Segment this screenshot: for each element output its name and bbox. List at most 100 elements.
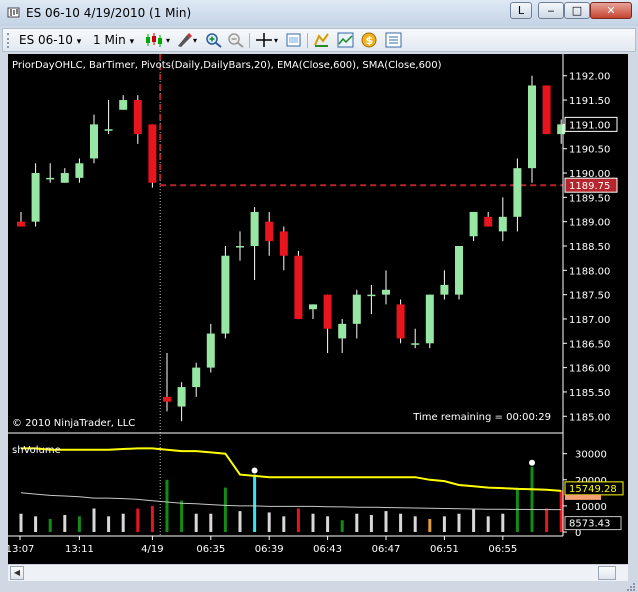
bar-type-icon[interactable]: ▾	[145, 32, 175, 48]
volume-bar	[326, 516, 330, 532]
candle-body	[17, 221, 25, 227]
indicators-icon[interactable]	[337, 32, 355, 48]
drawing-tool-icon[interactable]: ▾	[175, 32, 201, 48]
volume-bar	[501, 513, 505, 532]
candle-body	[469, 211, 478, 237]
candle-body	[484, 216, 493, 227]
crosshair-icon[interactable]: ▾	[255, 32, 281, 48]
zoom-in-icon[interactable]	[205, 32, 223, 48]
volume-bar	[369, 515, 373, 532]
candle-body	[382, 289, 390, 295]
volume-bar	[150, 505, 154, 532]
candle-body	[294, 255, 303, 319]
volume-bar	[165, 479, 169, 532]
candle-body	[513, 168, 522, 217]
candle-body	[367, 294, 376, 297]
candle-body	[250, 211, 259, 246]
minimize-button[interactable]: ‒	[538, 2, 564, 19]
time-tick-label: 06:51	[430, 544, 459, 555]
price-chart[interactable]: 1189.75 1192.00 1191.50 1191.00 1190.50 1190…	[6, 54, 628, 564]
candle-body	[177, 387, 186, 407]
price-axis: 1192.001191.501191.001190.501190.001189.…	[563, 72, 618, 423]
candle-body	[528, 85, 536, 169]
candle-body	[90, 124, 98, 159]
dollar-icon[interactable]: $	[361, 32, 379, 48]
volume-bar	[545, 508, 549, 532]
price-tick-label: 1185.50	[569, 388, 610, 399]
volume-bar	[472, 508, 476, 532]
volume-bar	[384, 511, 388, 532]
volume-bar	[253, 474, 257, 532]
instrument-name: ES 06-10	[19, 33, 73, 47]
volume-panel: 300002000010000015749.288573.43	[19, 447, 624, 539]
time-tick-label: 4/19	[141, 544, 163, 555]
link-button[interactable]: L	[510, 2, 532, 19]
volume-bar	[413, 516, 417, 532]
price-tick-label: 1188.00	[569, 266, 610, 277]
candle-body	[455, 246, 463, 295]
data-box-icon[interactable]	[285, 32, 303, 48]
volume-bar	[77, 516, 81, 532]
volume-bar	[34, 516, 38, 532]
window-title: ES 06-10 4/19/2010 (1 Min)	[26, 6, 192, 20]
volume-bar	[107, 516, 111, 532]
time-axis: 13:07 13:11 4/19 06:35 06:39 06:43 06:47 06:51 0…	[6, 536, 517, 555]
interval-value: 1 Min	[93, 33, 126, 47]
price-tick-label: 1191.50	[569, 96, 610, 107]
candle-body	[323, 294, 332, 329]
zoom-out-icon[interactable]	[227, 32, 245, 48]
maximize-button[interactable]: □	[564, 2, 590, 19]
hidden-value-marker	[565, 494, 601, 500]
resize-grip-icon[interactable]	[624, 580, 636, 592]
volume-tick-label: 30000	[575, 450, 607, 461]
instrument-selector[interactable]: ES 06-10 ▾	[19, 32, 81, 48]
price-tick-label: 1187.00	[569, 315, 610, 326]
candle-body	[279, 231, 288, 256]
interval-selector[interactable]: 1 Min ▾	[93, 32, 134, 48]
candle-body	[31, 173, 40, 222]
scroll-left-button[interactable]: ◀	[10, 566, 24, 580]
toolbar-separator	[307, 33, 308, 48]
strategies-icon[interactable]	[313, 32, 331, 48]
volume-bar	[223, 487, 227, 532]
price-tick-label: 1190.50	[569, 145, 610, 156]
volume-bar	[121, 513, 125, 532]
candle-body	[163, 396, 171, 402]
volume-ema-line	[21, 447, 562, 492]
volume-bar	[194, 513, 198, 532]
volume-bar	[63, 515, 67, 532]
candlestick-series	[17, 75, 566, 422]
horizontal-scrollbar[interactable]: ◀	[8, 564, 628, 581]
candle-body	[440, 284, 449, 295]
toolbar-grip	[7, 33, 12, 48]
svg-text:$: $	[366, 34, 374, 47]
volume-bar	[209, 513, 213, 532]
properties-icon[interactable]	[385, 32, 403, 48]
ema-value-label: 15749.28	[569, 484, 617, 495]
candle-body	[411, 343, 420, 345]
volume-bar	[442, 516, 446, 532]
volume-bar	[486, 516, 490, 532]
candle-body	[221, 255, 230, 334]
volume-bar	[428, 518, 432, 532]
indicator-header: PriorDayOHLC, BarTimer, Pivots(Daily,Dai…	[12, 60, 442, 71]
candle-body	[338, 323, 347, 339]
time-tick-label: 06:43	[313, 544, 342, 555]
copyright-text: © 2010 NinjaTrader, LLC	[12, 418, 135, 429]
volume-bar	[296, 508, 300, 532]
close-button[interactable]: ✕	[590, 2, 632, 19]
svg-text:▾: ▾	[274, 36, 278, 45]
volume-sma-line	[20, 492, 562, 511]
chart-panel[interactable]: 1189.75 1192.00 1191.50 1191.00 1190.50 1190…	[6, 54, 628, 564]
time-tick-label: 06:39	[255, 544, 284, 555]
scroll-thumb[interactable]	[598, 566, 616, 580]
price-tick-label: 1186.50	[569, 339, 610, 350]
candle-body	[542, 85, 551, 135]
candle-body	[236, 246, 244, 248]
price-tick-label: 1188.50	[569, 242, 610, 253]
volume-peak-marker	[529, 459, 535, 466]
ninjatrader-app-icon	[7, 7, 20, 18]
chevron-down-icon: ▾	[76, 37, 82, 47]
volume-tick-label: 10000	[575, 502, 607, 513]
candle-body	[352, 294, 361, 324]
